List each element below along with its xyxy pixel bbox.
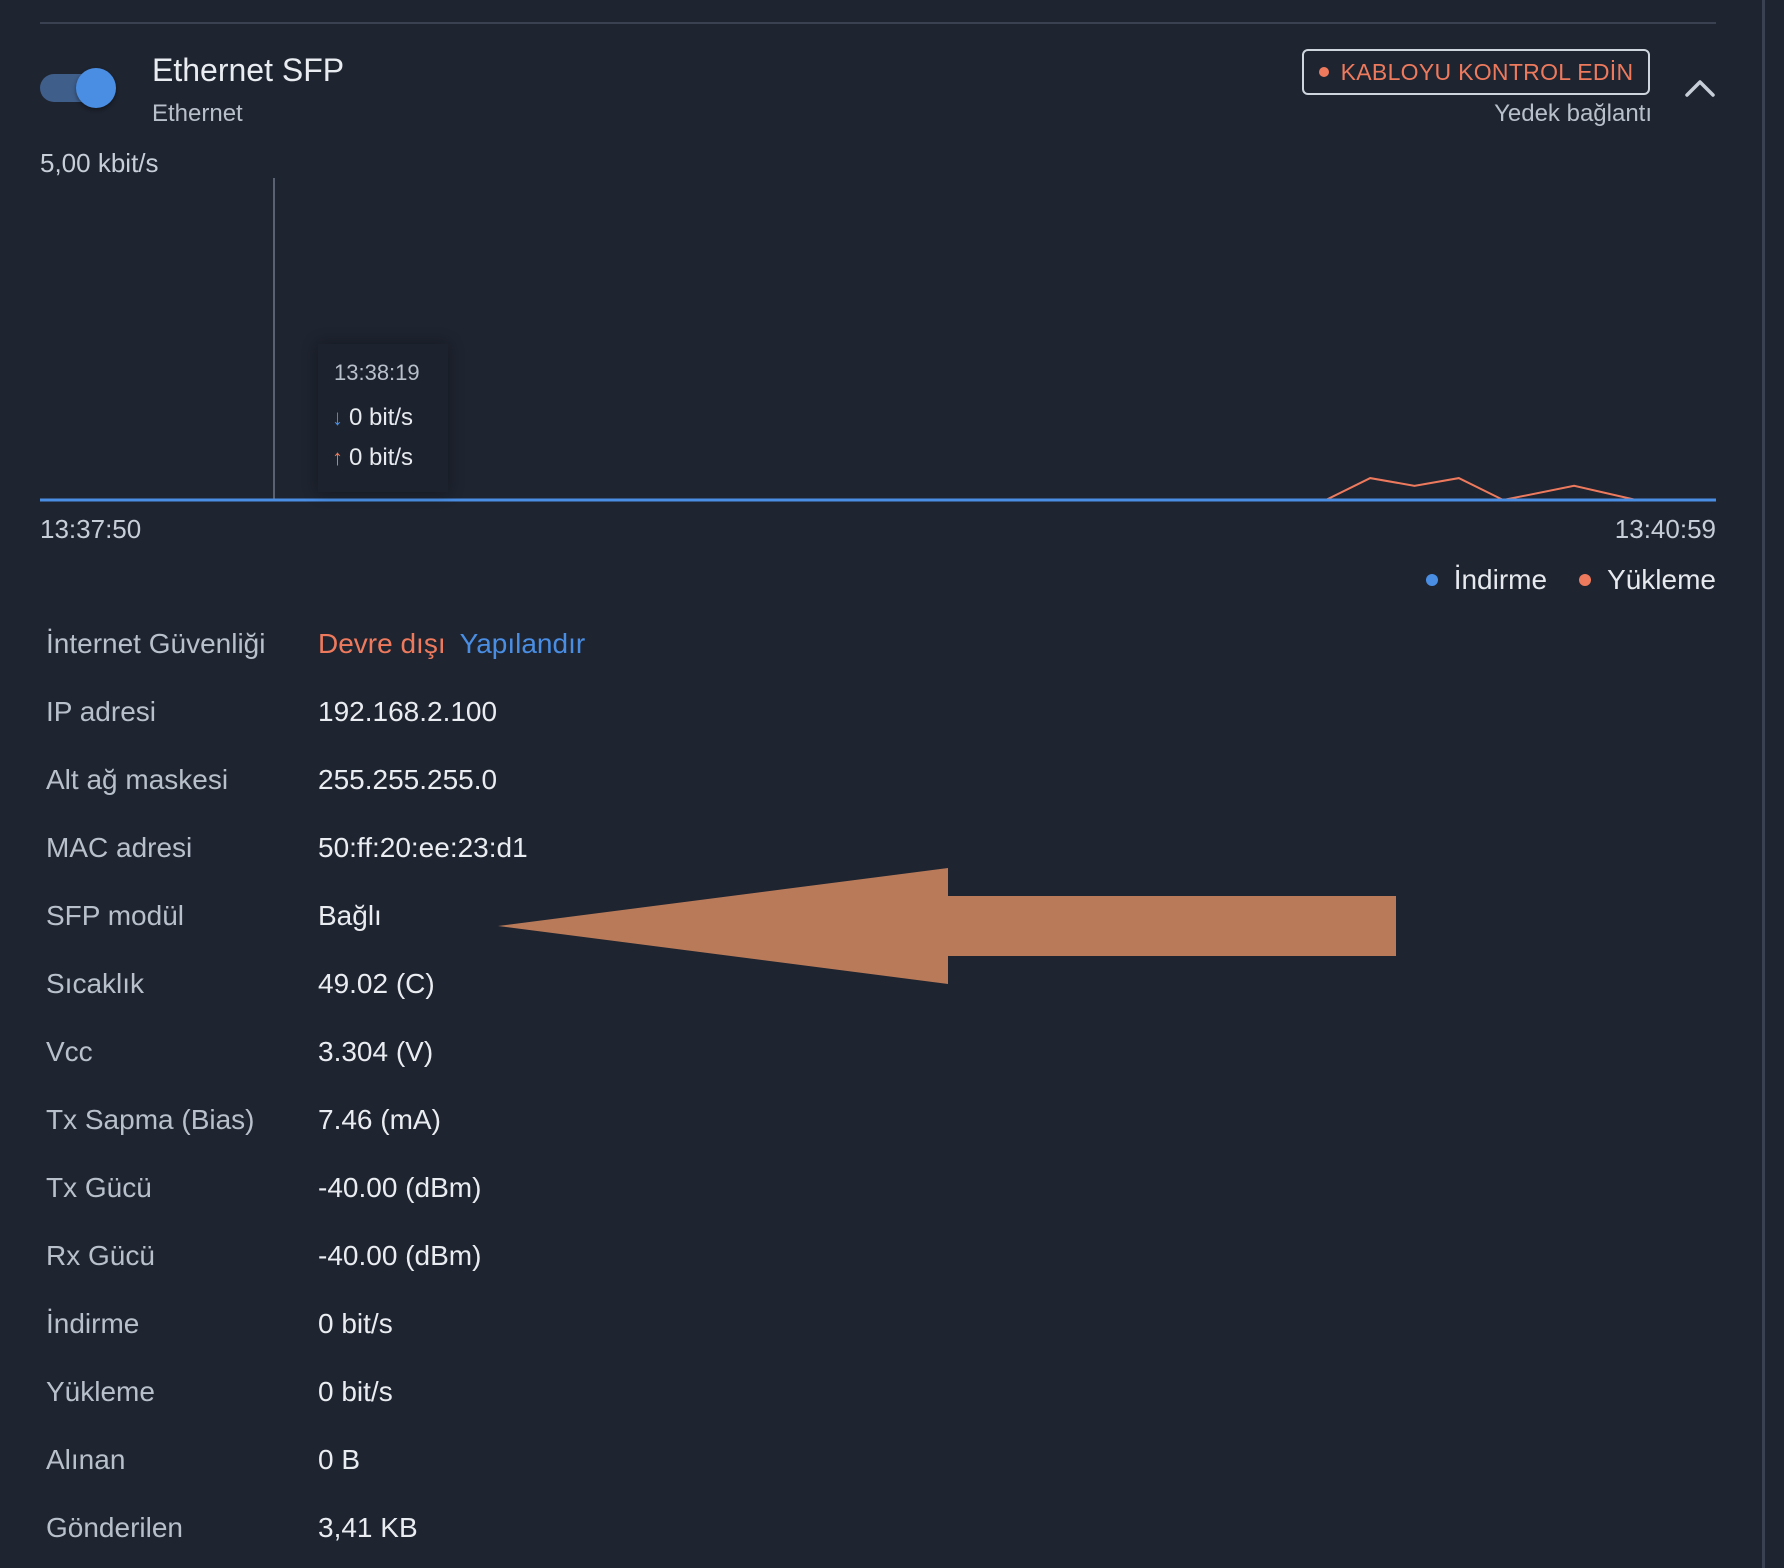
detail-value: 3.304 (V) [318, 1036, 434, 1067]
chart-legend: İndirme Yükleme [1425, 564, 1716, 596]
legend-item-download[interactable]: İndirme [1425, 564, 1548, 596]
detail-label: IP adresi [46, 696, 156, 727]
detail-value: 3,41 KB [318, 1512, 418, 1543]
interface-type: Ethernet [152, 100, 243, 127]
detail-row-download: İndirme 0 bit/s [46, 1294, 1346, 1362]
interface-toggle[interactable] [40, 68, 116, 108]
status-dot-icon [1318, 67, 1329, 77]
chart-x-start-label: 13:37:50 [40, 514, 142, 544]
legend-dot-download [1425, 574, 1438, 586]
detail-value: 0 bit/s [318, 1376, 393, 1407]
detail-value: 0 B [318, 1444, 361, 1475]
upload-series-line [40, 477, 1716, 502]
detail-row-sfp: SFP modül Bağlı [46, 886, 1346, 954]
detail-label: Tx Sapma (Bias) [46, 1104, 255, 1135]
detail-row-tx-power: Tx Gücü -40.00 (dBm) [46, 1158, 1346, 1226]
tooltip-download-value: 0 bit/s [349, 404, 414, 431]
legend-label-download: İndirme [1453, 564, 1548, 595]
detail-value: 49.02 (C) [318, 968, 435, 999]
detail-row-subnet: Alt ağ maskesi 255.255.255.0 [46, 750, 1346, 818]
details-table: İnternet Güvenliği Devre dışı Yapılandır … [46, 614, 1346, 1566]
section-divider [40, 22, 1716, 24]
detail-value: Devre dışı Yapılandır [318, 628, 585, 660]
detail-row-mac: MAC adresi 50:ff:20:ee:23:d1 [46, 818, 1346, 886]
detail-row-upload: Yükleme 0 bit/s [46, 1362, 1346, 1430]
detail-value: 50:ff:20:ee:23:d1 [318, 832, 528, 863]
tooltip-upload-value: 0 bit/s [349, 444, 414, 471]
detail-value: 255.255.255.0 [318, 764, 498, 795]
legend-label-upload: Yükleme [1607, 564, 1716, 595]
detail-value: -40.00 (dBm) [318, 1240, 482, 1271]
legend-dot-upload [1579, 574, 1592, 586]
detail-label: Alınan [46, 1444, 126, 1475]
arrow-up-icon: ↑ [332, 445, 343, 470]
detail-row-ip: IP adresi 192.168.2.100 [46, 682, 1346, 750]
detail-row-rx-power: Rx Gücü -40.00 (dBm) [46, 1226, 1346, 1294]
status-badge-label: KABLOYU KONTROL EDİN [1340, 58, 1634, 85]
detail-value: 192.168.2.100 [318, 696, 498, 727]
tooltip-time: 13:38:19 [334, 360, 420, 385]
detail-value: 7.46 (mA) [318, 1104, 441, 1135]
detail-label: MAC adresi [46, 832, 193, 863]
detail-row-sent: Gönderilen 3,41 KB [46, 1498, 1346, 1566]
detail-row-temperature: Sıcaklık 49.02 (C) [46, 954, 1346, 1022]
detail-label: Alt ağ maskesi [46, 764, 229, 795]
legend-item-upload[interactable]: Yükleme [1579, 564, 1716, 596]
chevron-up-icon[interactable] [1684, 76, 1716, 98]
detail-label: Rx Gücü [46, 1240, 155, 1271]
detail-value: 0 bit/s [318, 1308, 393, 1339]
detail-row-vcc: Vcc 3.304 (V) [46, 1022, 1346, 1090]
detail-row-tx-bias: Tx Sapma (Bias) 7.46 (mA) [46, 1090, 1346, 1158]
detail-label: İndirme [46, 1308, 140, 1339]
detail-value: -40.00 (dBm) [318, 1172, 482, 1203]
arrow-down-icon: ↓ [332, 405, 343, 430]
detail-row-received: Alınan 0 B [46, 1430, 1346, 1498]
tooltip-download-row: ↓ 0 bit/s [332, 404, 413, 432]
detail-label: Yükleme [46, 1376, 155, 1407]
chart-tooltip: 13:38:19 ↓ 0 bit/s ↑ 0 bit/s [318, 344, 448, 492]
throughput-chart[interactable] [0, 150, 1784, 510]
detail-label: İnternet Güvenliği [46, 628, 266, 659]
configure-link[interactable]: Yapılandır [460, 628, 586, 659]
tooltip-upload-row: ↑ 0 bit/s [332, 444, 413, 472]
detail-row-security: İnternet Güvenliği Devre dışı Yapılandır [46, 614, 1346, 682]
backup-connection-label: Yedek bağlantı [1494, 100, 1652, 127]
detail-label: SFP modül [46, 900, 184, 931]
chart-x-end-label: 13:40:59 [1614, 514, 1716, 544]
security-status: Devre dışı [318, 628, 446, 659]
detail-value: Bağlı [318, 900, 382, 931]
detail-label: Tx Gücü [46, 1172, 152, 1203]
toggle-knob [76, 68, 116, 108]
detail-label: Vcc [46, 1036, 93, 1067]
detail-label: Sıcaklık [46, 968, 145, 999]
interface-title: Ethernet SFP [152, 52, 345, 88]
status-badge: KABLOYU KONTROL EDİN [1302, 49, 1650, 95]
detail-label: Gönderilen [46, 1512, 183, 1543]
